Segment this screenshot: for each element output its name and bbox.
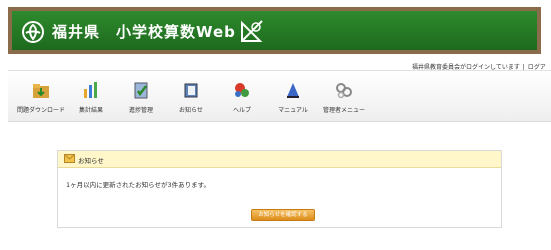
page-title: 福井県 小学校算数Web <box>52 23 236 41</box>
menu-label: マニュアル <box>278 107 308 114</box>
menu-label: ヘルプ <box>232 107 251 114</box>
confirm-notice-button[interactable]: お知らせを確認する <box>251 209 315 221</box>
menu-item-results[interactable]: 集計結果 <box>66 80 116 114</box>
menu-item-progress[interactable]: 進捗管理 <box>116 80 166 114</box>
menu-item-notice[interactable]: お知らせ <box>166 80 216 114</box>
menu-item-manual[interactable]: マニュアル <box>268 80 318 114</box>
help-gears-icon <box>235 83 249 97</box>
menu-item-admin[interactable]: 管理者メニュー <box>319 80 369 114</box>
menu-label: お知らせ <box>179 107 203 114</box>
menu-item-help[interactable]: ヘルプ <box>217 80 267 114</box>
menu-item-download[interactable]: 問題ダウンロード <box>16 80 66 114</box>
menu-label: 管理者メニュー <box>322 107 365 114</box>
notice-panel-header: お知らせ <box>58 151 501 168</box>
notice-panel: お知らせ 1ヶ月以内に更新されたお知らせが3件あります。 お知らせを確認する <box>57 150 502 228</box>
bar-chart-icon <box>84 82 97 98</box>
fukui-logo-icon <box>22 21 44 43</box>
menu-label: 集計結果 <box>78 107 103 114</box>
notice-envelope-icon <box>64 154 75 163</box>
admin-gears-icon <box>336 83 352 99</box>
notebook-icon <box>184 83 198 98</box>
manual-book-icon <box>287 83 299 98</box>
clipboard-check-icon <box>134 82 148 99</box>
geometry-tools-icon <box>241 20 263 42</box>
notice-message: 1ヶ月以内に更新されたお知らせが3件あります。 <box>66 181 210 189</box>
menu-label: 問題ダウンロード <box>16 107 65 114</box>
notice-title: お知らせ <box>78 157 104 165</box>
menu-label: 進捗管理 <box>128 107 153 114</box>
folder-download-icon <box>33 84 49 98</box>
